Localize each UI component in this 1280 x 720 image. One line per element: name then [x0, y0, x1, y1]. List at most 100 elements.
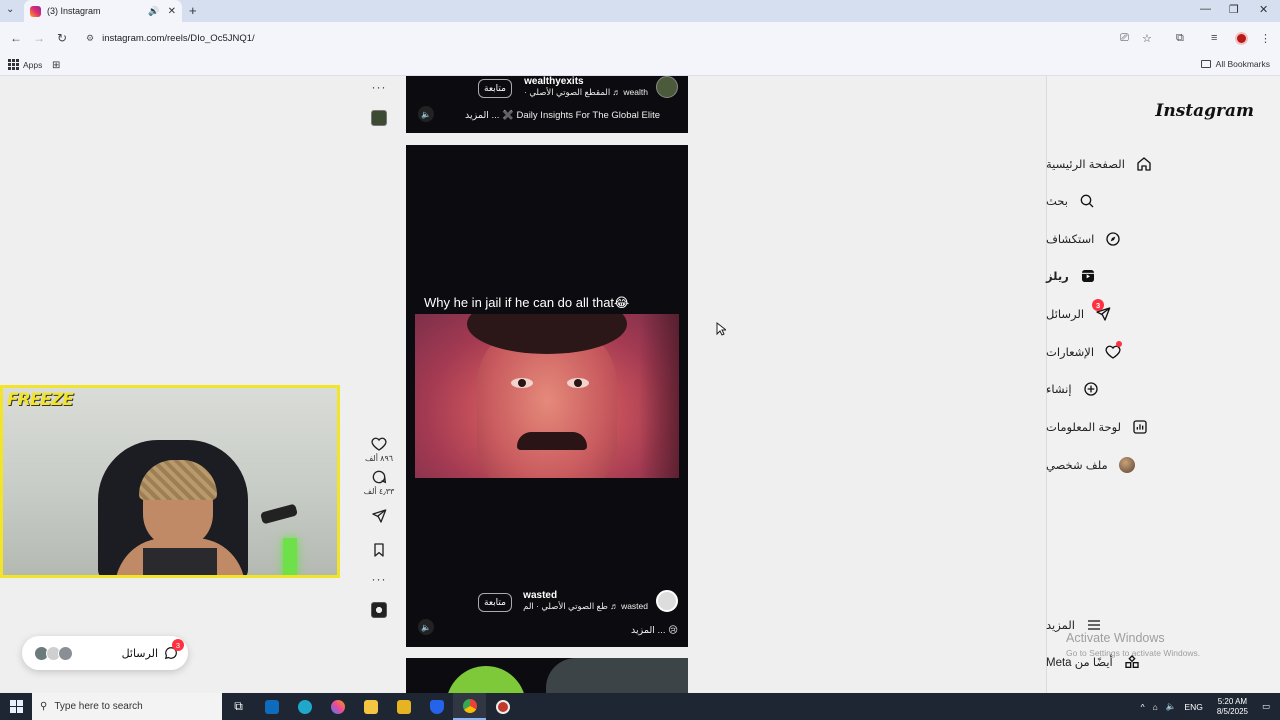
chart-icon: [1131, 418, 1149, 436]
comment-button[interactable]: ٤٫٣٣ ألف: [364, 469, 394, 496]
browser-tab-instagram[interactable]: (3) Instagram 🔊 ✕: [24, 0, 182, 22]
reel-current[interactable]: Why he in jail if he can do all that😂 wa…: [406, 145, 688, 647]
restore-icon[interactable]: ❐: [1229, 3, 1239, 16]
sidebar-item-create[interactable]: إنشاء: [1046, 374, 1280, 404]
author-avatar[interactable]: [656, 590, 678, 612]
save-button[interactable]: [371, 542, 387, 558]
instagram-sidebar: Instagram الصفحة الرئيسية بحث استكشاف ري…: [1046, 76, 1280, 693]
send-icon: 3: [1092, 299, 1112, 323]
tab-groups-icon[interactable]: ⊞: [52, 60, 60, 71]
audio-track[interactable]: wealth ♬ المقطع الصوتي الأصلي ·: [524, 87, 648, 98]
sidebar-item-explore[interactable]: استكشاف: [1046, 224, 1280, 254]
sidebar-item-label: الإشعارات: [1046, 347, 1095, 359]
chrome-icon[interactable]: [453, 693, 486, 720]
profile-avatar[interactable]: [1235, 32, 1248, 45]
install-app-icon[interactable]: ⎚: [1120, 32, 1129, 45]
reel-caption[interactable]: Daily Insights For The Global Elite ✖️ .…: [465, 110, 660, 121]
share-button[interactable]: [371, 508, 387, 524]
sidebar-item-label: إنشاء: [1046, 384, 1072, 396]
like-button[interactable]: ٨٩٦ ألف: [365, 436, 393, 463]
sidebar-item-search[interactable]: بحث: [1046, 186, 1280, 216]
author-username[interactable]: wealthyexits: [524, 76, 583, 87]
reel-actions-current: ٨٩٦ ألف ٤٫٣٣ ألف ···: [362, 436, 396, 618]
edge-icon[interactable]: [288, 693, 321, 720]
avatar: [1118, 456, 1136, 474]
sidebar-item-label: ملف شخصي: [1046, 460, 1108, 472]
sidebar-item-profile[interactable]: ملف شخصي: [1046, 450, 1280, 480]
send-icon: [372, 509, 387, 523]
author-avatar[interactable]: [656, 76, 678, 98]
notifications-icon[interactable]: ▭: [1262, 701, 1270, 712]
tab-strip: ⌄ (3) Instagram 🔊 ✕ + — ❐ ✕: [0, 0, 1280, 22]
messages-label-group: 3 الرسائل: [122, 639, 184, 660]
media-controls-icon[interactable]: ≡: [1211, 32, 1217, 44]
reel-previous[interactable]: wealthyexits wealth ♬ المقطع الصوتي الأص…: [406, 76, 688, 133]
taskbar-search-placeholder: Type here to search: [54, 701, 143, 712]
language-indicator[interactable]: ENG: [1184, 702, 1202, 712]
sidebar-item-label: ريلز: [1046, 271, 1069, 283]
tab-audio-icon[interactable]: 🔊: [148, 6, 159, 17]
all-bookmarks[interactable]: All Bookmarks: [1200, 59, 1270, 69]
taskbar-clock[interactable]: 5:20 AM 8/5/2025: [1217, 697, 1248, 717]
sidebar-item-dashboard[interactable]: لوحة المعلومات: [1046, 412, 1280, 442]
author-username[interactable]: wasted: [523, 590, 557, 601]
home-icon: [1135, 155, 1153, 173]
search-icon: ⚲: [40, 701, 48, 712]
audio-cover-avatar[interactable]: [371, 110, 387, 126]
minimize-icon[interactable]: —: [1200, 3, 1211, 15]
close-window-icon[interactable]: ✕: [1259, 3, 1268, 16]
system-tray: ^ ⌂ 🔈 ENG 5:20 AM 8/5/2025 ▭: [1141, 693, 1280, 720]
messages-pill[interactable]: 3 الرسائل: [22, 636, 188, 670]
site-info-icon[interactable]: ⚙: [86, 33, 94, 44]
network-icon[interactable]: ⌂: [1153, 702, 1158, 712]
taskbar-search[interactable]: ⚲ Type here to search: [32, 693, 222, 720]
start-button[interactable]: [0, 693, 32, 720]
more-options-icon[interactable]: ···: [372, 80, 387, 94]
reel-next[interactable]: [406, 658, 688, 693]
windows-logo-icon: [9, 700, 23, 713]
bookmark-star-icon[interactable]: ☆: [1142, 32, 1152, 45]
reel-actions-previous: ···: [362, 80, 396, 126]
new-tab-icon[interactable]: +: [189, 3, 197, 18]
sidebar-item-home[interactable]: الصفحة الرئيسية: [1046, 149, 1280, 179]
audio-cover-avatar[interactable]: [371, 602, 387, 618]
sidebar-item-label: الصفحة الرئيسية: [1046, 159, 1125, 171]
next-reel-shape: [546, 658, 688, 693]
url-text[interactable]: instagram.com/reels/DIo_Oc5JNQ1/: [102, 33, 255, 44]
sidebar-item-label: استكشاف: [1046, 234, 1095, 246]
sidebar-item-reels[interactable]: ريلز: [1046, 261, 1280, 291]
reel-caption[interactable]: 😢 ... المزيد: [631, 625, 678, 636]
more-options-icon[interactable]: ···: [372, 572, 387, 586]
video-frame[interactable]: [415, 314, 679, 478]
browser-menu-icon[interactable]: ⋮: [1260, 32, 1271, 45]
volume-icon[interactable]: 🔈: [1166, 701, 1177, 712]
folder-icon: [1200, 60, 1211, 68]
watermark-subtitle: Go to Settings to activate Windows.: [1066, 648, 1201, 658]
apps-bookmark[interactable]: Apps: [8, 59, 42, 70]
extensions-icon[interactable]: ⧉: [1176, 32, 1184, 45]
instagram-logo[interactable]: Instagram: [1155, 101, 1254, 121]
tray-expand-icon[interactable]: ^: [1141, 702, 1145, 712]
mute-icon[interactable]: 🔈: [418, 106, 434, 122]
reload-icon[interactable]: ↻: [57, 31, 67, 45]
mustache-shape: [517, 432, 587, 450]
bookmark-icon: [374, 543, 384, 557]
store-icon[interactable]: [387, 693, 420, 720]
follow-button[interactable]: متابعة: [478, 593, 512, 612]
sidebar-item-notifications[interactable]: الإشعارات: [1046, 337, 1280, 367]
audio-track[interactable]: wasted ♬ طع الصوتي الأصلي · الم: [523, 601, 648, 612]
obs-icon[interactable]: [486, 693, 519, 720]
follow-button[interactable]: متابعة: [478, 79, 512, 98]
sidebar-item-messages[interactable]: 3 الرسائل: [1046, 299, 1280, 329]
forward-icon[interactable]: →: [33, 31, 45, 45]
mute-icon[interactable]: 🔈: [418, 619, 434, 635]
defender-icon[interactable]: [420, 693, 453, 720]
file-explorer-icon[interactable]: [354, 693, 387, 720]
tab-search-icon[interactable]: ⌄: [6, 4, 14, 15]
outlook-icon[interactable]: [255, 693, 288, 720]
copilot-icon[interactable]: [321, 693, 354, 720]
back-icon[interactable]: ←: [10, 31, 22, 45]
tab-close-icon[interactable]: ✕: [168, 6, 176, 17]
address-bar[interactable]: ⚙ instagram.com/reels/DIo_Oc5JNQ1/: [80, 27, 1256, 49]
task-view-icon[interactable]: ⧉: [222, 693, 255, 720]
